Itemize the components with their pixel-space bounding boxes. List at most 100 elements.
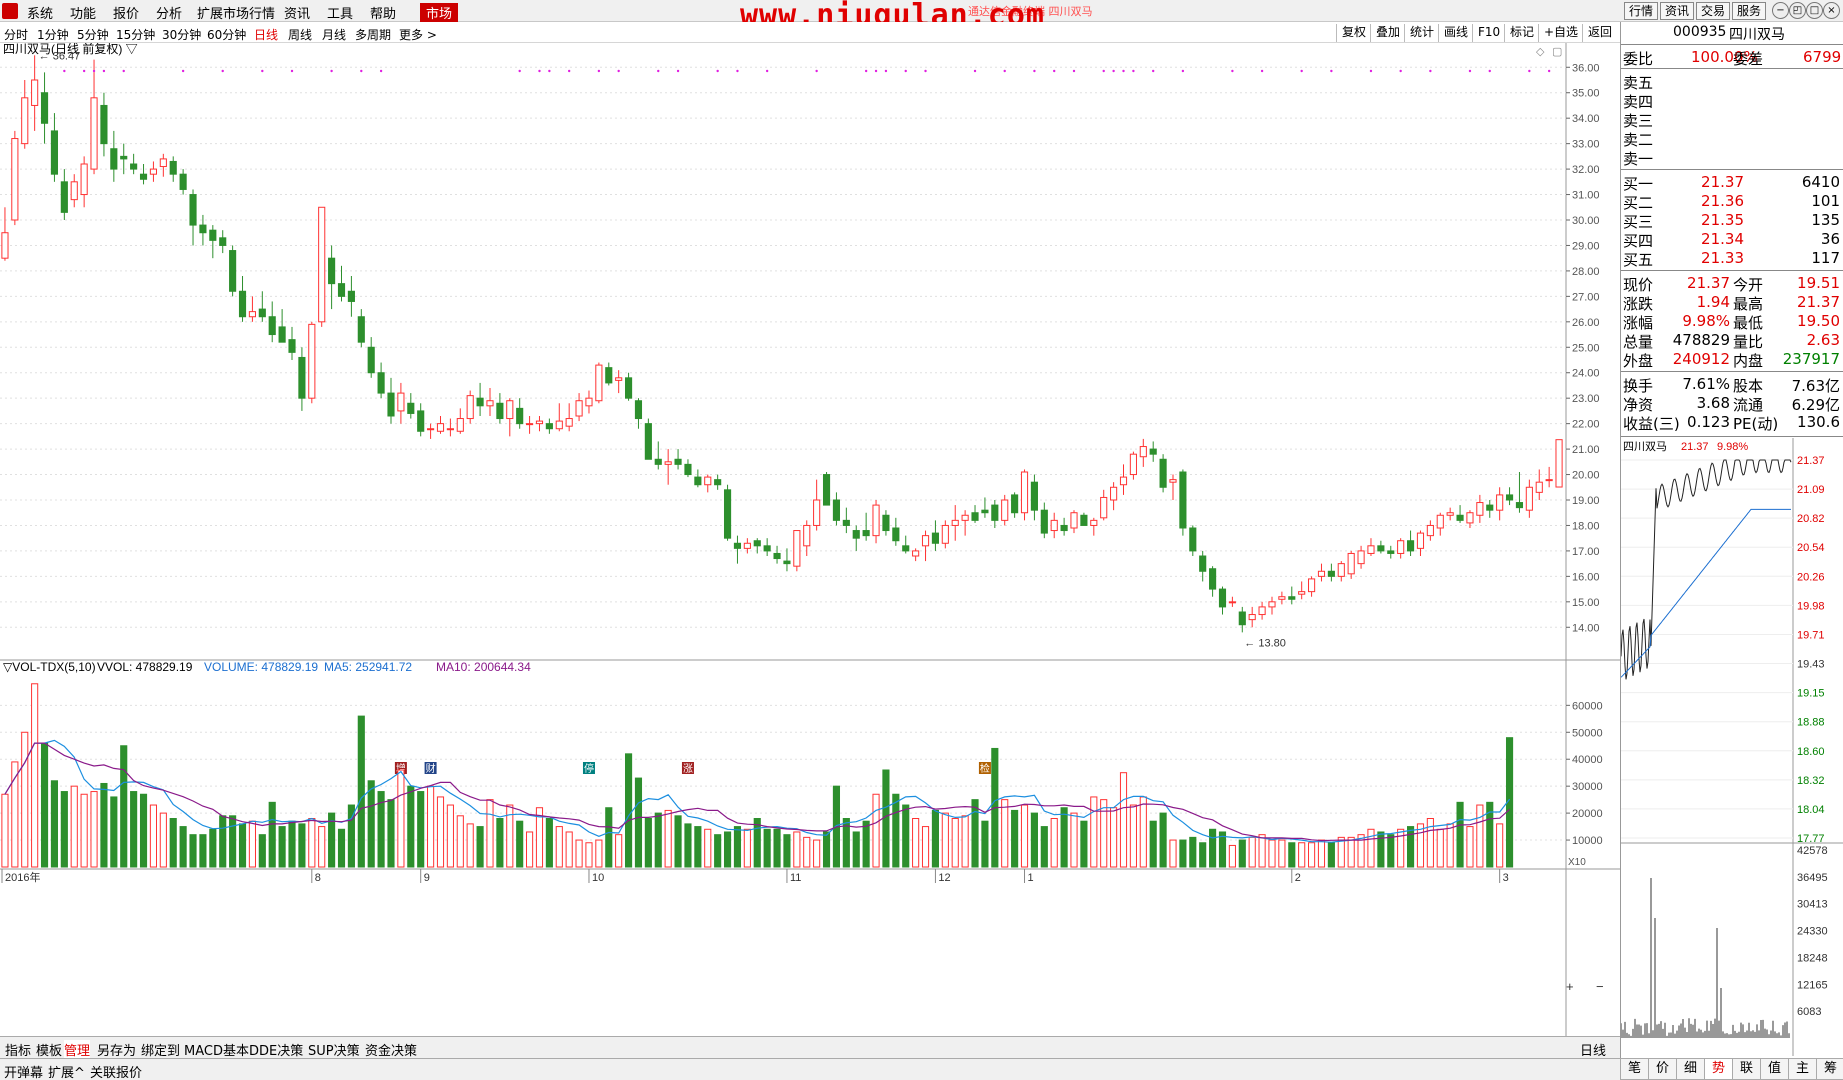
candle-up [437, 424, 443, 432]
btn-diejia[interactable]: 叠加 [1370, 24, 1405, 42]
buy-row: 买五 21.33 117 [1621, 249, 1843, 268]
period-15min[interactable]: 15分钟 [116, 26, 155, 43]
maximize-icon[interactable]: □ [1806, 2, 1823, 19]
tab-zijin[interactable]: 资金决策 [365, 1040, 417, 1059]
menu-system[interactable]: 系统 [27, 3, 53, 22]
expand-toggle[interactable]: 扩展^ [48, 1062, 85, 1080]
period-more[interactable]: 更多 > [399, 26, 437, 43]
close-icon[interactable]: × [1823, 2, 1840, 19]
related-quote[interactable]: 关联报价 [90, 1062, 142, 1080]
tab-bind[interactable]: 绑定到 [141, 1040, 180, 1059]
vol-bar-down [1388, 835, 1394, 867]
candle-up [952, 520, 958, 525]
period-5min[interactable]: 5分钟 [77, 26, 109, 43]
finance-value: 7.61% [1682, 375, 1730, 393]
btn-zixun[interactable]: 资讯 [1660, 2, 1694, 20]
quote-label: 外盘 [1623, 350, 1653, 371]
btn-add-watchlist[interactable]: +自选 [1538, 24, 1583, 42]
danmu-toggle[interactable]: 开弹幕 [4, 1062, 43, 1080]
tab-saveas[interactable]: 另存为 [97, 1040, 136, 1059]
candle-down [843, 520, 849, 525]
intraday-mini-chart[interactable]: 四川双马 21.37 9.98% 21.37 21.09 20.82 20.54 20.26 1… [1621, 438, 1843, 1056]
side-tab-6[interactable]: 主 [1788, 1058, 1817, 1080]
menu-analysis[interactable]: 分析 [156, 3, 182, 22]
side-tab-4[interactable]: 联 [1732, 1058, 1761, 1080]
tab-muban[interactable]: 模板 [36, 1040, 62, 1059]
candle-down [220, 238, 226, 246]
tab-guanli[interactable]: 管理 [64, 1040, 90, 1059]
kline-chart[interactable]: 四川双马(日线 前复权) ▽▽VOL-TDX(5,10) VVOL: 478829… [0, 43, 1620, 1036]
period-monthly[interactable]: 月线 [322, 26, 346, 43]
period-60min[interactable]: 60分钟 [207, 26, 246, 43]
tab-dde[interactable]: DDE决策 [249, 1040, 303, 1059]
signal-dot [716, 70, 718, 72]
side-tab-1[interactable]: 价 [1648, 1058, 1677, 1080]
side-tab-0[interactable]: 笔 [1620, 1058, 1649, 1080]
signal-dot [103, 70, 105, 72]
period-1min[interactable]: 1分钟 [37, 26, 69, 43]
menu-quote[interactable]: 报价 [113, 3, 139, 22]
menu-news[interactable]: 资讯 [284, 3, 310, 22]
buy-volume: 117 [1811, 249, 1840, 267]
period-daily[interactable]: 日线 [254, 26, 278, 43]
menu-ext-market[interactable]: 扩展市场行情 [197, 3, 275, 22]
period-multi[interactable]: 多周期 [355, 26, 391, 43]
btn-huaxian[interactable]: 画线 [1438, 24, 1473, 42]
btn-back[interactable]: 返回 [1582, 24, 1617, 42]
vol-bar-down [1239, 840, 1245, 867]
vol-bar-up [1437, 829, 1443, 867]
btn-tongji[interactable]: 统计 [1404, 24, 1439, 42]
vol-bar-up [1477, 805, 1483, 867]
btn-f10[interactable]: F10 [1472, 24, 1505, 42]
candle-up [1358, 551, 1364, 564]
candle-down [715, 480, 721, 485]
signal-dot [885, 70, 887, 72]
candle-down [200, 225, 206, 233]
price-tick-label: 30.00 [1572, 215, 1600, 227]
menu-function[interactable]: 功能 [70, 3, 96, 22]
vol-bar-up [1002, 800, 1008, 867]
candle-down [606, 368, 612, 383]
vol-bar-up [1120, 773, 1126, 867]
vol-bar-down [734, 827, 740, 867]
vol-bar-up [804, 837, 810, 867]
period-30min[interactable]: 30分钟 [162, 26, 201, 43]
restore-icon[interactable]: ◰ [1789, 2, 1806, 19]
tab-zhibiao[interactable]: 指标 [5, 1040, 31, 1059]
btn-hangqing[interactable]: 行情 [1624, 2, 1658, 20]
period-weekly[interactable]: 周线 [288, 26, 312, 43]
side-tab-2[interactable]: 细 [1676, 1058, 1705, 1080]
status-bar: 开弹幕 扩展^ 关联报价 [0, 1058, 1843, 1080]
btn-fuwu[interactable]: 服务 [1732, 2, 1766, 20]
candle-up [457, 419, 463, 432]
sell-label: 卖四 [1623, 91, 1653, 112]
low-price-label: ← 13.80 [1244, 637, 1286, 649]
signal-dot [1300, 70, 1302, 72]
menu-market[interactable]: 市场 [420, 3, 458, 22]
btn-jiaoyi[interactable]: 交易 [1696, 2, 1730, 20]
vol-bar-up [1467, 827, 1473, 867]
menu-tools[interactable]: 工具 [327, 3, 353, 22]
side-tab-7[interactable]: 筹 [1816, 1058, 1843, 1080]
candle-up [1101, 497, 1107, 517]
price-tick-label: 16.00 [1572, 571, 1600, 583]
btn-biaoji[interactable]: 标记 [1504, 24, 1539, 42]
vol-bar-up [249, 821, 255, 867]
vol-bar-down [220, 816, 226, 867]
btn-fuquan[interactable]: 复权 [1336, 24, 1371, 42]
menu-help[interactable]: 帮助 [370, 3, 396, 22]
buy-row: 买二 21.36 101 [1621, 192, 1843, 211]
tab-sup[interactable]: SUP决策 [308, 1040, 360, 1059]
period-fenshi[interactable]: 分时 [4, 26, 28, 43]
candle-up [1309, 579, 1315, 592]
side-tab-3[interactable]: 势 [1704, 1058, 1733, 1080]
vol-bar-up [319, 827, 325, 867]
time-axis-label: 1 [1028, 872, 1034, 884]
quote-value-2: 21.37 [1797, 293, 1840, 311]
vol-bar-up [150, 805, 156, 867]
side-tab-5[interactable]: 值 [1760, 1058, 1789, 1080]
tab-macd[interactable]: MACD基本 [184, 1040, 249, 1059]
vol-bar-down [932, 810, 938, 867]
minimize-icon[interactable]: − [1772, 2, 1789, 19]
sell-label: 卖一 [1623, 148, 1653, 169]
